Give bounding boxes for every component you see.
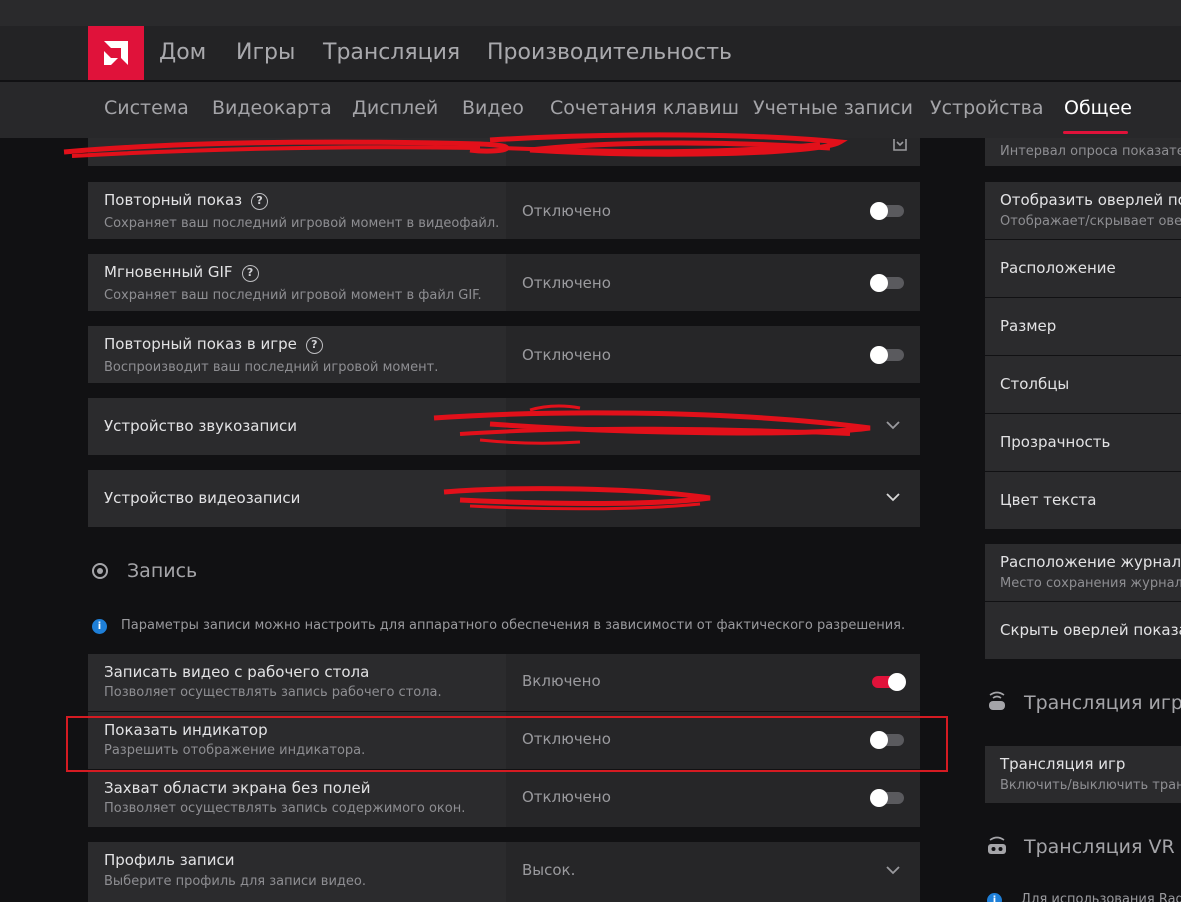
highlight-box [66,716,948,772]
desktop-recording-value: Включено [522,672,601,690]
replay-value: Отключено [522,202,611,220]
chevron-down-icon[interactable] [886,421,900,430]
record-section-icon [92,563,108,579]
right-hide-overlay[interactable]: Скрыть оверлей показате [985,602,1181,659]
help-icon[interactable]: ? [241,265,259,282]
right-log-location[interactable]: Расположение журнала п Место сохранения … [985,544,1181,601]
setting-desktop-recording: Записать видео с рабочего стола Позволяе… [88,654,920,711]
setting-ingame-replay: Повторный показ в игре? Воспроизводит ва… [88,326,920,383]
info-icon: i [987,893,1002,902]
text-color-title: Цвет текста [1000,491,1097,509]
game-streaming-title: Трансляция игр [1000,755,1126,773]
recording-section-title: Запись [127,560,198,582]
columns-title: Столбцы [1000,375,1070,393]
instant-gif-value: Отключено [522,274,611,292]
recording-profile-value: Высок. [522,861,576,879]
borderless-capture-desc: Позволяет осуществлять запись содержимог… [104,801,466,816]
toggle-knob [870,789,888,807]
game-streaming-section-title: Трансляция игр [1024,692,1181,714]
active-tab-indicator [1063,131,1128,134]
chevron-down-icon[interactable] [886,493,900,502]
transparency-title: Прозрачность [1000,433,1111,451]
hide-overlay-title: Скрыть оверлей показате [1000,621,1181,639]
toggle-knob [870,274,888,292]
right-text-color[interactable]: Цвет текста [985,472,1181,529]
nav-streaming[interactable]: Трансляция [323,40,460,65]
size-title: Размер [1000,317,1057,335]
recording-profile-title: Профиль записи [104,851,235,869]
desktop-recording-title: Записать видео с рабочего стола [104,663,370,681]
right-size[interactable]: Размер [985,298,1181,355]
setting-audio-device[interactable]: Устройство звукозаписи [88,398,920,455]
setting-instant-gif: Мгновенный GIF? Сохраняет ваш последний … [88,254,920,311]
nav-performance[interactable]: Производительность [487,40,732,65]
right-columns[interactable]: Столбцы [985,356,1181,413]
poll-interval-desc: Интервал опроса показателе [1000,144,1181,159]
instant-gif-toggle[interactable] [870,274,904,292]
toggle-knob [870,346,888,364]
show-overlay-desc: Отображает/скрывает оверл [1000,214,1181,229]
tab-system[interactable]: Система [104,97,189,119]
replay-title: Повторный показ [104,191,243,209]
info-icon: i [92,619,107,634]
ingame-replay-title: Повторный показ в игре [104,335,297,353]
toggle-knob [888,673,906,691]
nav-home[interactable]: Дом [159,40,206,65]
setting-video-device[interactable]: Устройство видеозаписи [88,470,920,527]
window-top-strip [0,0,1181,26]
instant-gif-title: Мгновенный GIF [104,263,233,281]
setting-borderless-capture: Захват области экрана без полей Позволяе… [88,770,920,827]
download-icon[interactable] [892,138,908,152]
right-transparency[interactable]: Прозрачность [985,414,1181,471]
help-icon[interactable]: ? [251,193,269,210]
vr-headset-icon [988,836,1006,854]
tab-graphics[interactable]: Видеокарта [212,97,332,119]
nav-games[interactable]: Игры [236,40,295,65]
vr-info-text: Для использования Radeo [1021,892,1181,902]
borderless-capture-title: Захват области экрана без полей [104,779,371,797]
setting-recording-profile[interactable]: Профиль записи Выберите профиль для запи… [88,842,920,902]
media-folder-row[interactable] [88,138,920,166]
tab-accounts[interactable]: Учетные записи [753,97,913,119]
replay-toggle[interactable] [870,202,904,220]
ingame-replay-value: Отключено [522,346,611,364]
ingame-replay-desc: Воспроизводит ваш последний игровой моме… [104,360,439,375]
tab-devices[interactable]: Устройства [930,97,1043,119]
video-device-title: Устройство видеозаписи [104,489,301,507]
chevron-down-icon[interactable] [886,866,900,875]
setting-replay: Повторный показ? Сохраняет ваш последний… [88,182,920,239]
right-game-streaming[interactable]: Трансляция игр Включить/выключить транс [985,746,1181,803]
vr-section-title: Трансляция VR [1024,836,1175,858]
gamepad-streaming-icon [989,691,1005,710]
borderless-capture-toggle[interactable] [870,789,904,807]
audio-device-title: Устройство звукозаписи [104,417,297,435]
right-show-overlay[interactable]: Отобразить оверлей показ Отображает/скры… [985,182,1181,239]
log-location-title: Расположение журнала п [1000,553,1181,571]
amd-logo[interactable] [88,26,144,80]
borderless-capture-value: Отключено [522,788,611,806]
toggle-knob [870,202,888,220]
amd-logo-icon [104,41,128,65]
help-icon[interactable]: ? [305,337,323,354]
ingame-replay-toggle[interactable] [870,346,904,364]
right-location[interactable]: Расположение [985,240,1181,297]
show-overlay-title: Отобразить оверлей показ [1000,191,1181,209]
location-title: Расположение [1000,259,1116,277]
log-location-desc: Место сохранения журналов [1000,576,1181,591]
recording-info-text: Параметры записи можно настроить для апп… [121,618,906,633]
recording-profile-desc: Выберите профиль для записи видео. [104,874,366,889]
game-streaming-desc: Включить/выключить транс [1000,778,1181,793]
tab-display[interactable]: Дисплей [352,97,438,119]
tab-general[interactable]: Общее [1064,97,1132,119]
instant-gif-desc: Сохраняет ваш последний игровой момент в… [104,288,482,303]
replay-desc: Сохраняет ваш последний игровой момент в… [104,216,500,231]
right-poll-interval: Интервал опроса показателе [985,138,1181,166]
desktop-recording-desc: Позволяет осуществлять запись рабочего с… [104,685,442,700]
tab-hotkeys[interactable]: Сочетания клавиш [550,97,739,119]
tab-video[interactable]: Видео [462,97,524,119]
desktop-recording-toggle[interactable] [872,673,906,691]
